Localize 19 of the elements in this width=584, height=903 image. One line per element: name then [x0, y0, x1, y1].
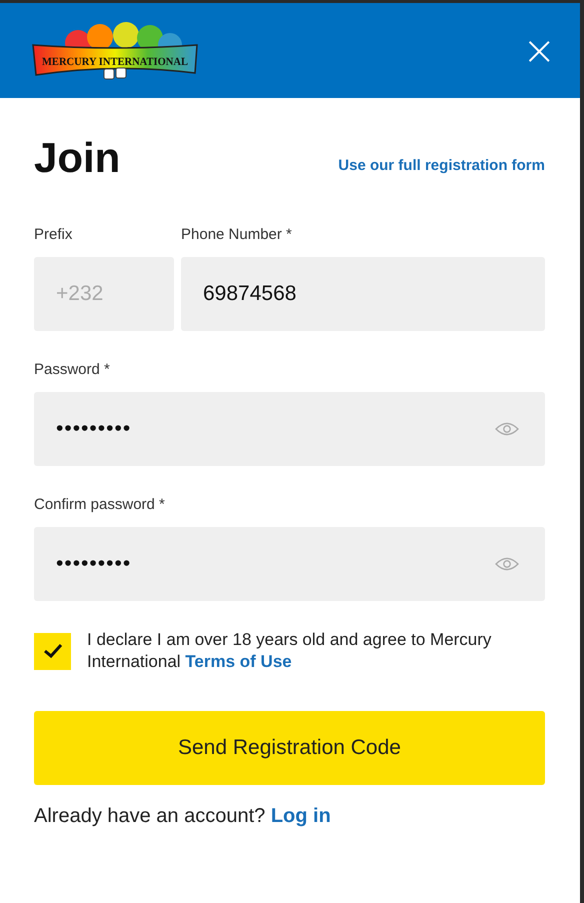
eye-icon[interactable]	[495, 421, 519, 437]
consent-text: I declare I am over 18 years old and agree to Mercury International Terms of Use	[87, 629, 492, 673]
password-field[interactable]: •••••••••	[34, 527, 545, 601]
field-label: Confirm password *	[34, 496, 166, 513]
password-field[interactable]: •••••••••	[34, 392, 545, 466]
login-link[interactable]: Log in	[270, 805, 331, 827]
login-prompt: Already have an account? Log in	[34, 805, 332, 828]
field-label: Prefix	[34, 226, 74, 243]
send-code-button[interactable]: Send Registration Code	[34, 711, 545, 785]
full-registration-link[interactable]: Use our full registration form	[338, 156, 545, 174]
terms-link[interactable]: Terms of Use	[185, 652, 292, 671]
consent-checkbox[interactable]	[34, 632, 71, 670]
dialog-title: Join	[34, 134, 120, 182]
checkmark-icon	[42, 643, 62, 659]
field-label: Password *	[34, 361, 111, 378]
eye-icon[interactable]	[495, 556, 519, 572]
field-label: Phone Number *	[181, 226, 293, 243]
phone-field[interactable]: 69874568	[181, 257, 545, 331]
close-button[interactable]: ×	[522, 30, 556, 70]
